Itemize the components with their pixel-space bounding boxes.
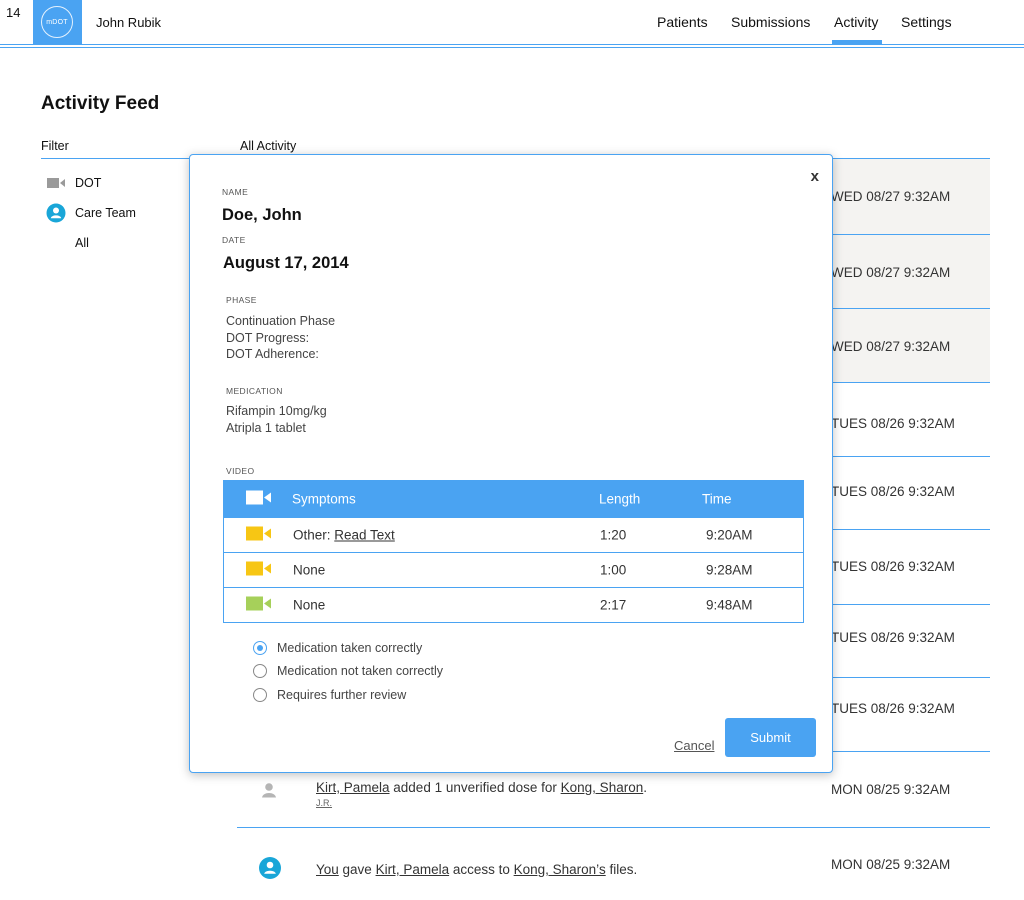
radio-further-review[interactable]: Requires further review xyxy=(253,688,406,702)
video-time: 9:48AM xyxy=(706,597,753,613)
filter-label-all: All xyxy=(75,236,89,250)
close-icon[interactable]: x xyxy=(811,168,819,185)
feed-message: Kirt, Pamela added 1 unverified dose for… xyxy=(316,780,647,795)
header-divider-secondary xyxy=(0,47,1024,48)
video-symptom: None xyxy=(293,562,326,578)
video-row[interactable]: None 1:00 9:28AM xyxy=(224,552,803,587)
feed-text-part: gave xyxy=(338,862,376,877)
nav-patients[interactable]: Patients xyxy=(657,14,708,30)
filter-label-care-team: Care Team xyxy=(75,206,136,220)
video-length: 1:20 xyxy=(600,527,627,543)
symptom-text: Other: xyxy=(293,527,335,543)
radio-taken-correctly[interactable]: Medication taken correctly xyxy=(253,641,422,655)
feed-time: MON 08/25 9:32AM xyxy=(831,857,951,872)
feed-time: TUES 08/26 9:32AM xyxy=(831,630,955,645)
feed-message: You gave Kirt, Pamela access to Kong, Sh… xyxy=(316,862,637,877)
feed-time: MON 08/25 9:32AM xyxy=(831,782,951,797)
radio-label: Requires further review xyxy=(277,688,407,702)
feed-link-you[interactable]: You xyxy=(316,862,339,877)
video-length: 2:17 xyxy=(600,597,627,613)
name-label: NAME xyxy=(222,187,249,197)
filter-item-all[interactable]: All xyxy=(46,236,89,250)
medication-info: Rifampin 10mg/kg Atripla 1 tablet xyxy=(226,403,327,436)
radio-unselected-icon[interactable] xyxy=(253,664,267,678)
radio-label: Medication not taken correctly xyxy=(277,664,444,678)
read-text-link[interactable]: Read Text xyxy=(334,528,395,543)
phase-label: PHASE xyxy=(226,295,257,305)
video-table: Symptoms Length Time Other: Read Text 1:… xyxy=(223,480,804,623)
radio-label: Medication taken correctly xyxy=(277,641,423,655)
video-camera-icon xyxy=(246,490,272,509)
feed-heading: All Activity xyxy=(240,139,297,153)
medication-line: Rifampin 10mg/kg xyxy=(226,404,327,418)
nav-activity[interactable]: Activity xyxy=(834,14,878,30)
radio-unselected-icon[interactable] xyxy=(253,688,267,702)
submission-date: August 17, 2014 xyxy=(223,254,349,272)
feed-text-part: access to xyxy=(449,862,514,877)
cancel-button[interactable]: Cancel xyxy=(674,738,714,753)
person-circle-icon xyxy=(46,203,66,223)
feed-row[interactable]: You gave Kirt, Pamela access to Kong, Sh… xyxy=(237,828,990,900)
medication-label: MEDICATION xyxy=(226,386,283,396)
col-symptoms: Symptoms xyxy=(292,491,356,507)
radio-not-taken-correctly[interactable]: Medication not taken correctly xyxy=(253,664,443,678)
phase-line: DOT Adherence: xyxy=(226,347,319,361)
filter-item-care-team[interactable]: Care Team xyxy=(46,203,136,223)
filter-heading: Filter xyxy=(41,139,69,153)
nav-settings[interactable]: Settings xyxy=(901,14,952,30)
review-modal: x NAME Doe, John DATE August 17, 2014 PH… xyxy=(189,154,833,773)
video-time: 9:28AM xyxy=(706,562,753,578)
feed-link-patient[interactable]: Kong, Sharon’s xyxy=(514,862,606,877)
video-symptom: Other: Read Text xyxy=(293,528,395,543)
medication-line: Atripla 1 tablet xyxy=(226,420,306,435)
video-table-header: Symptoms Length Time xyxy=(224,481,803,517)
video-label: VIDEO xyxy=(226,466,255,476)
radio-selected-icon[interactable] xyxy=(253,641,267,655)
video-play-icon[interactable] xyxy=(246,561,272,580)
phase-line: Continuation Phase xyxy=(226,314,336,328)
top-nav: Patients Submissions Activity Settings xyxy=(0,0,1024,44)
feed-time: WED 08/27 9:32AM xyxy=(831,339,951,354)
video-camera-icon xyxy=(46,177,66,189)
person-icon xyxy=(260,782,278,803)
filter-divider xyxy=(41,158,193,159)
video-length: 1:00 xyxy=(600,562,627,578)
col-length: Length xyxy=(599,491,641,507)
patient-name: Doe, John xyxy=(222,206,302,224)
feed-time: TUES 08/26 9:32AM xyxy=(831,416,955,431)
feed-text-part: added 1 unverified dose for xyxy=(389,780,561,795)
video-time: 9:20AM xyxy=(706,527,753,543)
feed-time: WED 08/27 9:32AM xyxy=(831,189,951,204)
phase-line: DOT Progress: xyxy=(226,330,310,345)
phase-info: Continuation Phase DOT Progress: DOT Adh… xyxy=(226,313,335,363)
page-title: Activity Feed xyxy=(41,93,160,114)
feed-link-patient[interactable]: Kong, Sharon xyxy=(561,780,644,795)
video-row[interactable]: Other: Read Text 1:20 9:20AM xyxy=(224,517,803,552)
video-play-icon[interactable] xyxy=(246,526,272,545)
feed-initials[interactable]: J.R. xyxy=(316,798,332,808)
video-play-icon[interactable] xyxy=(246,596,272,615)
feed-time: WED 08/27 9:32AM xyxy=(831,265,951,280)
header-divider xyxy=(0,44,1024,45)
video-symptom: None xyxy=(293,597,326,613)
col-time: Time xyxy=(702,491,732,507)
submit-button[interactable]: Submit xyxy=(725,718,816,757)
feed-link-user[interactable]: Kirt, Pamela xyxy=(316,780,390,795)
feed-time: TUES 08/26 9:32AM xyxy=(831,559,955,574)
feed-link-user[interactable]: Kirt, Pamela xyxy=(376,862,450,877)
video-row[interactable]: None 2:17 9:48AM xyxy=(224,587,803,622)
date-label: DATE xyxy=(222,235,246,245)
nav-submissions[interactable]: Submissions xyxy=(731,14,810,30)
person-circle-icon xyxy=(259,857,281,884)
feed-text-part: files. xyxy=(605,862,638,877)
feed-text-part: . xyxy=(643,780,647,795)
filter-item-dot[interactable]: DOT xyxy=(46,176,101,190)
filter-label-dot: DOT xyxy=(75,176,102,190)
feed-time: TUES 08/26 9:32AM xyxy=(831,701,955,716)
feed-time: TUES 08/26 9:32AM xyxy=(831,484,955,499)
